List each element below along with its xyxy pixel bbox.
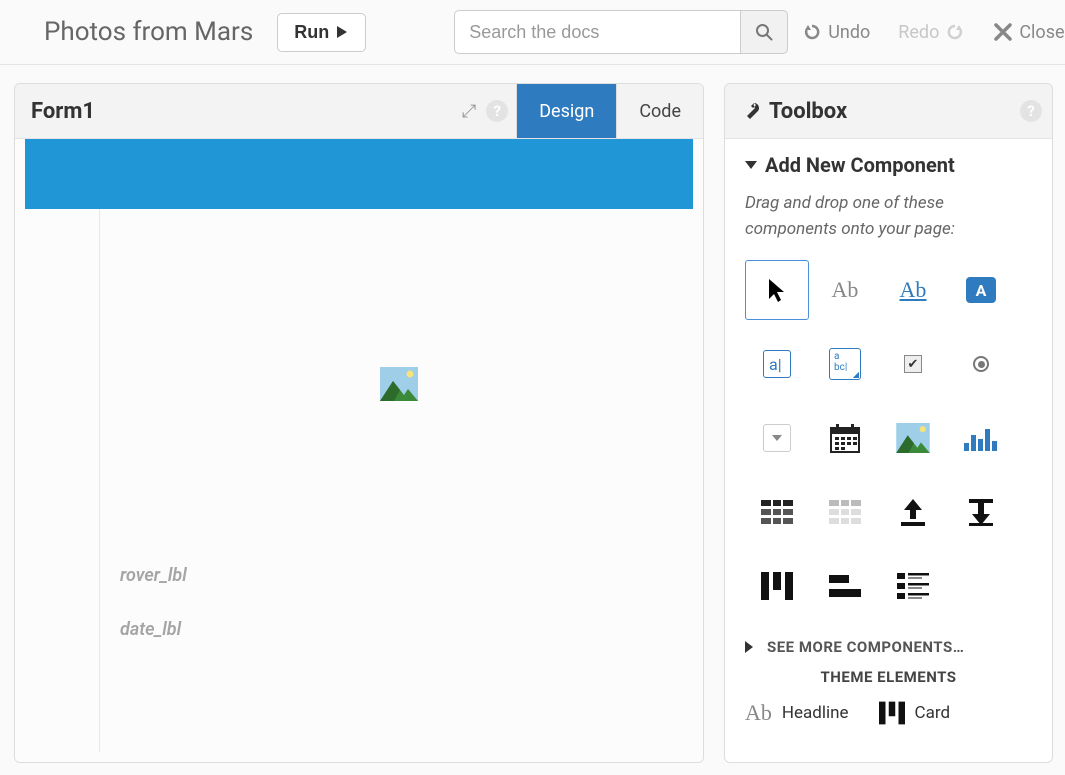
- datagrid-light-icon: [829, 500, 861, 524]
- headline-icon: Ab: [745, 700, 772, 726]
- close-label: Close: [1019, 22, 1064, 43]
- search-box: [454, 10, 788, 54]
- image-icon: [896, 423, 930, 453]
- see-more-components[interactable]: SEE MORE COMPONENTS…: [745, 638, 1032, 656]
- rover-label[interactable]: rover_lbl: [120, 565, 187, 586]
- expand-icon[interactable]: ⤢: [462, 101, 476, 122]
- see-more-label: SEE MORE COMPONENTS…: [767, 638, 964, 656]
- tab-design[interactable]: Design: [516, 84, 616, 138]
- component-pointer[interactable]: [745, 260, 809, 320]
- upload-icon: [898, 497, 928, 527]
- play-icon: [335, 25, 349, 39]
- component-link[interactable]: Ab: [881, 260, 945, 320]
- form-panel-header: Form1 ⤢ ? Design Code: [15, 84, 703, 139]
- toolbox-help-icon[interactable]: ?: [1020, 100, 1042, 122]
- component-checkbox[interactable]: ✔: [881, 334, 945, 394]
- redo-button[interactable]: Redo: [898, 22, 965, 43]
- app-title: Photos from Mars: [44, 17, 253, 47]
- design-canvas[interactable]: rover_lbl date_lbl: [15, 139, 703, 762]
- calendar-icon: [829, 422, 861, 454]
- top-actions: Undo Redo Close: [802, 22, 1064, 43]
- radio-icon: [973, 356, 989, 372]
- date-label[interactable]: date_lbl: [120, 619, 181, 640]
- component-filedownload[interactable]: [949, 482, 1013, 542]
- component-textarea[interactable]: abc|: [813, 334, 877, 394]
- component-datepicker[interactable]: [813, 408, 877, 468]
- component-label[interactable]: Ab: [813, 260, 877, 320]
- theme-elements-row: Ab Headline Card: [745, 700, 1032, 726]
- redo-icon: [945, 22, 965, 42]
- wrench-icon: [741, 101, 761, 121]
- label-icon: Ab: [832, 277, 859, 303]
- search-icon: [755, 23, 773, 41]
- theme-headline-label: Headline: [782, 703, 849, 723]
- textbox-icon: a|: [763, 350, 791, 378]
- section-add-label: Add New Component: [765, 153, 955, 177]
- form-panel: Form1 ⤢ ? Design Code rover_lbl date_lbl: [14, 83, 704, 763]
- plot-icon: [964, 425, 998, 451]
- component-column-panel[interactable]: [745, 556, 809, 616]
- rowpanel-icon: [829, 575, 861, 597]
- caret-down-icon: [745, 161, 757, 169]
- toolbox-header: Toolbox ?: [725, 84, 1052, 139]
- columnpanel-icon: [761, 572, 793, 600]
- theme-card[interactable]: Card: [879, 701, 951, 725]
- section-add-new[interactable]: Add New Component: [745, 153, 1032, 177]
- datagrid-dark-icon: [761, 500, 793, 524]
- button-icon: A: [966, 277, 996, 303]
- redo-label: Redo: [898, 22, 939, 43]
- form-header-right: ⤢ ? Design Code: [462, 84, 703, 138]
- toolbox-panel: Toolbox ? Add New Component Drag and dro…: [724, 83, 1053, 763]
- toolbox-body: Add New Component Drag and drop one of t…: [725, 139, 1052, 762]
- component-image[interactable]: [881, 408, 945, 468]
- component-row-panel[interactable]: [813, 556, 877, 616]
- search-input[interactable]: [454, 10, 740, 54]
- component-datagrid-dark[interactable]: [745, 482, 809, 542]
- pointer-icon: [766, 277, 788, 303]
- component-button[interactable]: A: [949, 260, 1013, 320]
- component-list-panel[interactable]: [881, 556, 945, 616]
- banner-component[interactable]: [25, 139, 693, 209]
- theme-headline[interactable]: Ab Headline: [745, 700, 849, 726]
- tab-code[interactable]: Code: [616, 84, 703, 138]
- component-textbox[interactable]: a|: [745, 334, 809, 394]
- component-datagrid-light[interactable]: [813, 482, 877, 542]
- checkbox-icon: ✔: [904, 355, 922, 373]
- theme-elements-title: THEME ELEMENTS: [745, 668, 1032, 686]
- listpanel-icon: [897, 573, 929, 599]
- undo-label: Undo: [828, 22, 870, 43]
- form-title: Form1: [31, 99, 95, 124]
- theme-card-label: Card: [915, 703, 951, 723]
- component-grid: Ab Ab A a| abc| ✔: [745, 260, 1032, 616]
- link-icon: Ab: [900, 277, 927, 303]
- toolbox-hint: Drag and drop one of these components on…: [745, 191, 1032, 242]
- toolbox-title: Toolbox: [769, 99, 847, 124]
- download-icon: [966, 497, 996, 527]
- caret-right-icon: [745, 641, 759, 653]
- canvas-inner: rover_lbl date_lbl: [99, 209, 693, 752]
- component-plot[interactable]: [949, 408, 1013, 468]
- close-button[interactable]: Close: [993, 22, 1064, 43]
- image-placeholder-icon[interactable]: [380, 367, 418, 401]
- undo-button[interactable]: Undo: [802, 22, 870, 43]
- run-button[interactable]: Run: [277, 13, 366, 52]
- textarea-icon: abc|: [829, 348, 861, 380]
- run-label: Run: [294, 22, 329, 43]
- top-bar: Photos from Mars Run Undo Redo Close: [0, 0, 1065, 65]
- search-button[interactable]: [740, 10, 788, 54]
- component-fileupload[interactable]: [881, 482, 945, 542]
- card-icon: [879, 701, 905, 725]
- close-icon: [993, 22, 1013, 42]
- dropdown-icon: [763, 424, 791, 452]
- component-radio[interactable]: [949, 334, 1013, 394]
- undo-icon: [802, 22, 822, 42]
- help-icon[interactable]: ?: [486, 100, 508, 122]
- main-area: Form1 ⤢ ? Design Code rover_lbl date_lbl: [0, 65, 1065, 775]
- component-dropdown[interactable]: [745, 408, 809, 468]
